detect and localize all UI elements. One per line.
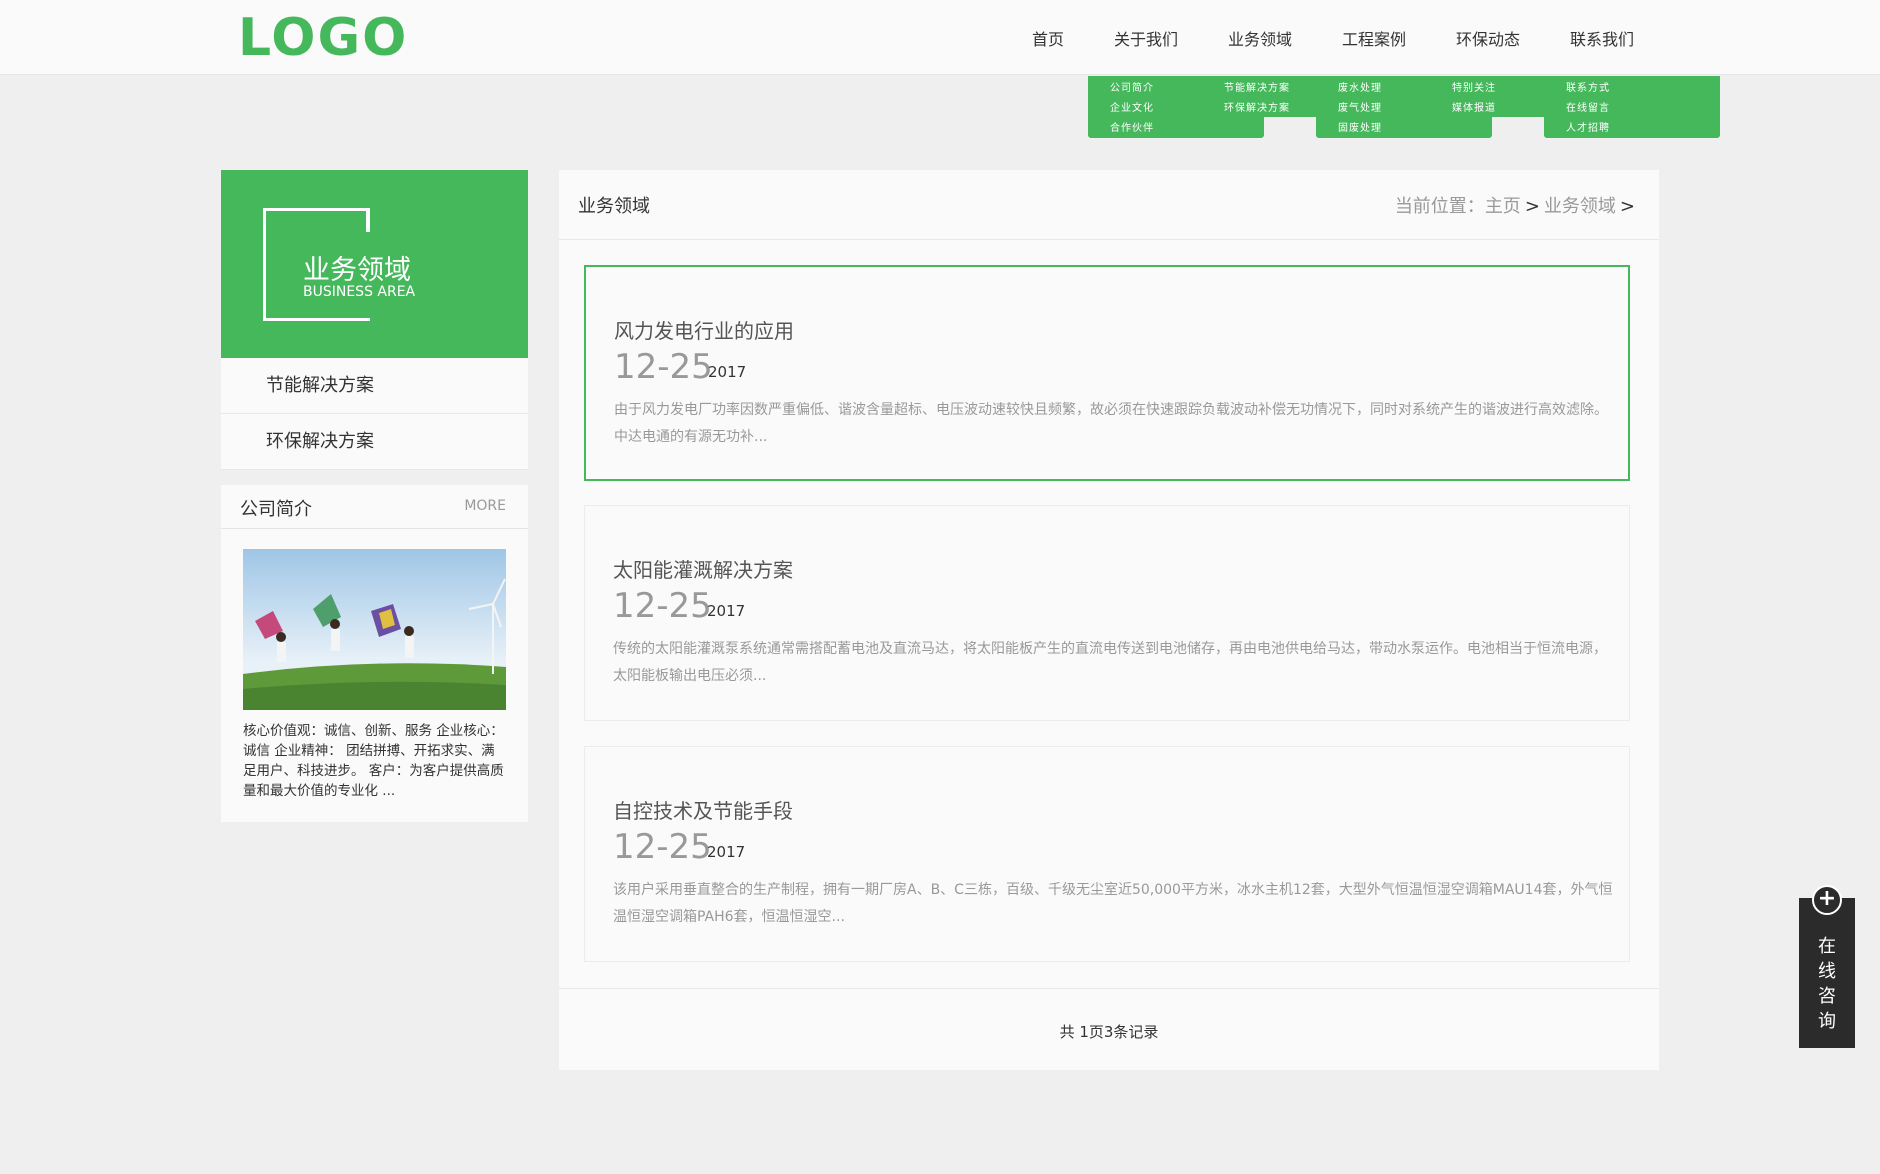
nav-item-cases[interactable]: 工程案例: [1342, 26, 1406, 50]
company-intro-title: 公司简介: [240, 499, 312, 520]
breadcrumb-separator: >: [1619, 196, 1635, 217]
consult-char: 线: [1818, 961, 1836, 982]
dropdown-item[interactable]: 特别关注: [1430, 79, 1544, 99]
banner-subtitle: BUSINESS AREA: [303, 284, 416, 300]
company-image[interactable]: [243, 549, 506, 710]
nav-item-home[interactable]: 首页: [1032, 26, 1064, 50]
page-title: 业务领域: [578, 196, 650, 217]
more-link[interactable]: MORE: [464, 498, 506, 514]
sidebar-item-environmental[interactable]: 环保解决方案: [221, 414, 528, 470]
article-summary: 该用户采用垂直整合的生产制程，拥有一期厂房A、B、C三栋，百级、千级无尘室近50…: [613, 882, 1613, 925]
sidebar-banner: 业务领域 BUSINESS AREA: [221, 170, 528, 358]
article-date: 12-25: [613, 827, 712, 867]
dropdown-item[interactable]: 媒体报道: [1430, 99, 1544, 119]
article-date: 12-25: [613, 586, 712, 626]
article-card[interactable]: 风力发电行业的应用 12-25 2017 由于风力发电厂功率因数严重偏低、谐波含…: [584, 265, 1630, 481]
article-summary: 由于风力发电厂功率因数严重偏低、谐波含量超标、电压波动速较快且频繁，故必须在快速…: [614, 402, 1608, 445]
dropdown-item[interactable]: 合作伙伴: [1110, 119, 1264, 139]
article-card[interactable]: 太阳能灌溉解决方案 12-25 2017 传统的太阳能灌溉泵系统通常需搭配蓄电池…: [584, 505, 1630, 721]
nav-item-news[interactable]: 环保动态: [1456, 26, 1520, 50]
article-year: 2017: [708, 363, 747, 381]
consult-char: 在: [1818, 936, 1836, 957]
online-consult-button[interactable]: 在 线 咨 询: [1799, 898, 1855, 1048]
article-year: 2017: [707, 843, 746, 861]
dropdown-col-news: 特别关注 媒体报道: [1430, 76, 1544, 117]
company-intro-box: 公司简介 MORE 核心价值观：诚信、创新、服务 企业核心： 诚信 企业精神： …: [221, 485, 528, 822]
dropdown-item[interactable]: 联系方式: [1566, 79, 1720, 99]
company-intro-header: 公司简介 MORE: [221, 485, 528, 529]
sidebar-item-energy-saving[interactable]: 节能解决方案: [221, 358, 528, 414]
dropdown-item[interactable]: 环保解决方案: [1202, 99, 1316, 119]
dropdown-item[interactable]: 固废处理: [1338, 119, 1492, 139]
main-header: 业务领域 当前位置：主页 > 业务领域 >: [559, 170, 1659, 240]
company-intro-text: 核心价值观：诚信、创新、服务 企业核心： 诚信 企业精神： 团结拼搏、开拓求实、…: [243, 723, 504, 799]
pagination-bar: 共 1页3条记录: [559, 988, 1659, 1070]
breadcrumb-separator: >: [1524, 196, 1540, 217]
banner-title: 业务领域: [303, 255, 411, 286]
breadcrumb-home[interactable]: 主页: [1485, 196, 1521, 217]
article-date: 12-25: [614, 347, 713, 387]
article-card[interactable]: 自控技术及节能手段 12-25 2017 该用户采用垂直整合的生产制程，拥有一期…: [584, 746, 1630, 962]
dropdown-col-business: 节能解决方案 环保解决方案: [1202, 76, 1316, 117]
consult-char: 咨: [1818, 986, 1836, 1007]
main-content: 业务领域 当前位置：主页 > 业务领域 > 风力发电行业的应用 12-25 2017 …: [559, 170, 1659, 1070]
article-title[interactable]: 自控技术及节能手段: [613, 795, 793, 824]
dropdown-item[interactable]: 在线留言: [1566, 99, 1720, 119]
breadcrumb-prefix: 当前位置：: [1394, 196, 1485, 217]
sidebar-menu: 节能解决方案 环保解决方案: [221, 358, 528, 470]
article-title[interactable]: 风力发电行业的应用: [614, 315, 794, 344]
breadcrumb: 当前位置：主页 > 业务领域 >: [1395, 192, 1639, 218]
nav-item-contact[interactable]: 联系我们: [1570, 26, 1634, 50]
article-year: 2017: [707, 602, 746, 620]
article-title[interactable]: 太阳能灌溉解决方案: [613, 554, 793, 583]
breadcrumb-current[interactable]: 业务领域: [1544, 196, 1616, 217]
online-consult-label: 在 线 咨 询: [1799, 934, 1855, 1034]
logo[interactable]: LOGO: [238, 8, 408, 68]
nav-item-business[interactable]: 业务领域: [1228, 26, 1292, 50]
plus-icon[interactable]: +: [1812, 885, 1842, 915]
dropdown-item[interactable]: 节能解决方案: [1202, 79, 1316, 99]
dropdown-item[interactable]: 人才招聘: [1566, 119, 1720, 139]
site-header: LOGO 首页 关于我们 业务领域 工程案例 环保动态 联系我们: [0, 0, 1880, 75]
article-summary: 传统的太阳能灌溉泵系统通常需搭配蓄电池及直流马达，将太阳能板产生的直流电传送到电…: [613, 641, 1607, 684]
nav-item-about[interactable]: 关于我们: [1114, 26, 1178, 50]
banner-frame-notch: [366, 208, 370, 232]
consult-char: 询: [1818, 1011, 1836, 1032]
pagination-info: 共 1页3条记录: [1059, 1023, 1159, 1041]
dropdown-col-contact: 联系方式 在线留言 人才招聘: [1544, 76, 1720, 138]
